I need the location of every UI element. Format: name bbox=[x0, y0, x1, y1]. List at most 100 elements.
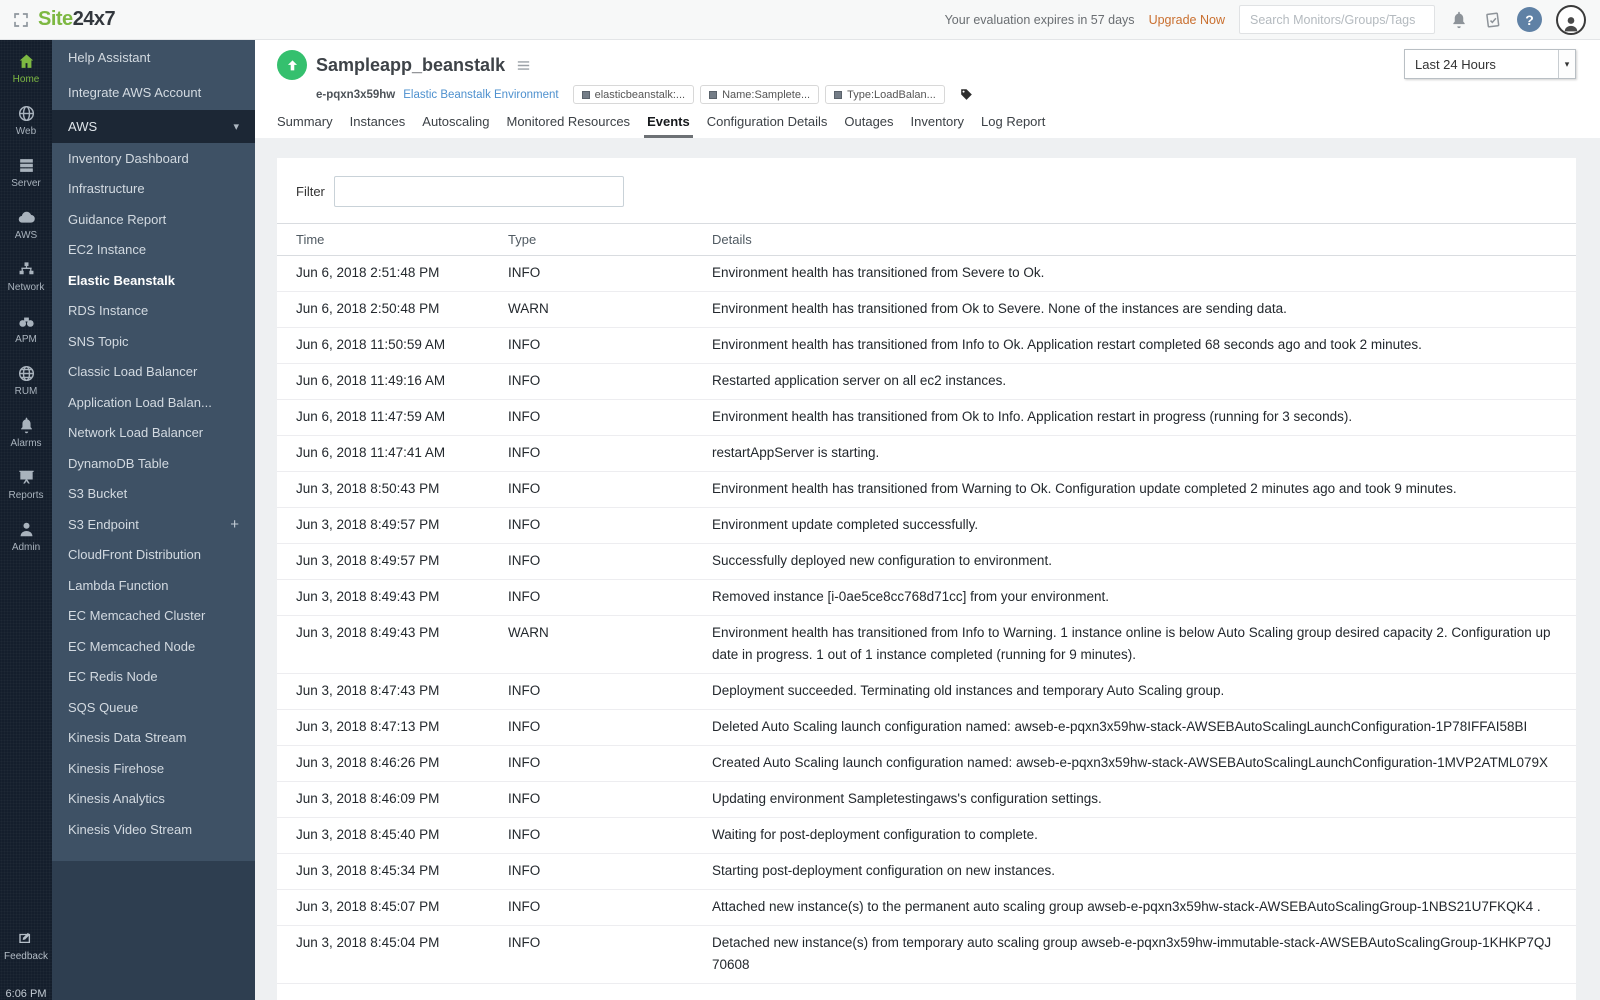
tab-inventory[interactable]: Inventory bbox=[911, 114, 964, 138]
sidebar-item-sqs-queue[interactable]: SQS Queue bbox=[52, 692, 255, 723]
sidebar-item-kinesis-data-stream[interactable]: Kinesis Data Stream bbox=[52, 723, 255, 754]
event-time: Jun 3, 2018 8:45:34 PM bbox=[296, 854, 508, 889]
table-header: Time Type Details bbox=[277, 223, 1576, 256]
tab-events[interactable]: Events bbox=[647, 114, 690, 138]
sidebar-item-help-assistant[interactable]: Help Assistant bbox=[52, 40, 255, 75]
rail-item-label: Network bbox=[8, 282, 45, 293]
help-icon[interactable]: ? bbox=[1517, 7, 1542, 32]
sidebar-item-label: Elastic Beanstalk bbox=[68, 273, 175, 288]
dropdown-arrow-icon: ▾ bbox=[1558, 50, 1575, 78]
sidebar-item-label: Inventory Dashboard bbox=[68, 151, 189, 166]
column-header-type: Type bbox=[508, 224, 712, 255]
feedback-icon bbox=[17, 930, 35, 948]
sidebar-item-lambda-function[interactable]: Lambda Function bbox=[52, 570, 255, 601]
sidebar-item-kinesis-firehose[interactable]: Kinesis Firehose bbox=[52, 753, 255, 784]
rail-item-rum[interactable]: RUM bbox=[0, 352, 52, 404]
sidebar-item-s3-endpoint[interactable]: S3 Endpoint+ bbox=[52, 509, 255, 540]
sidebar-section-aws[interactable]: AWS ▾ bbox=[52, 110, 255, 143]
filter-input[interactable] bbox=[334, 176, 624, 207]
tab-outages[interactable]: Outages bbox=[844, 114, 893, 138]
plus-icon[interactable]: + bbox=[230, 516, 239, 533]
time-range-select[interactable]: Last 24 Hours ▾ bbox=[1404, 49, 1576, 79]
expand-icon[interactable] bbox=[12, 11, 30, 29]
sidebar-item-guidance-report[interactable]: Guidance Report bbox=[52, 204, 255, 235]
menu-icon[interactable] bbox=[515, 57, 532, 74]
rail-item-label: Home bbox=[13, 74, 40, 85]
sidebar-item-sns-topic[interactable]: SNS Topic bbox=[52, 326, 255, 357]
rail-item-label: Server bbox=[11, 178, 40, 189]
upgrade-now-link[interactable]: Upgrade Now bbox=[1149, 13, 1225, 27]
feedback-button[interactable]: Feedback bbox=[4, 930, 48, 962]
event-details: Removed instance [i-0ae5ce8cc768d71cc] f… bbox=[712, 580, 1558, 615]
sidebar-item-kinesis-video-stream[interactable]: Kinesis Video Stream bbox=[52, 814, 255, 845]
sidebar-item-cloudfront-distribution[interactable]: CloudFront Distribution bbox=[52, 540, 255, 571]
sidebar-item-ec2-instance[interactable]: EC2 Instance bbox=[52, 235, 255, 266]
avatar[interactable] bbox=[1556, 5, 1586, 35]
event-details: Restarted application server on all ec2 … bbox=[712, 364, 1558, 399]
event-time: Jun 6, 2018 11:50:59 AM bbox=[296, 328, 508, 363]
tab-log-report[interactable]: Log Report bbox=[981, 114, 1045, 138]
monitor-type-link[interactable]: Elastic Beanstalk Environment bbox=[403, 89, 558, 101]
chevron-down-icon: ▾ bbox=[233, 120, 239, 133]
title-row: Sampleapp_beanstalk Last 24 Hours ▾ bbox=[277, 40, 1600, 80]
tab-instances[interactable]: Instances bbox=[350, 114, 406, 138]
rail-item-server[interactable]: Server bbox=[0, 144, 52, 196]
bell-icon[interactable] bbox=[1449, 10, 1469, 30]
rail-item-aws[interactable]: AWS bbox=[0, 196, 52, 248]
sidebar-item-label: DynamoDB Table bbox=[68, 456, 169, 471]
event-time: Jun 3, 2018 8:45:07 PM bbox=[296, 890, 508, 925]
table-row: Jun 3, 2018 8:47:43 PMINFODeployment suc… bbox=[277, 674, 1576, 710]
event-type: INFO bbox=[508, 890, 712, 925]
tab-monitored-resources[interactable]: Monitored Resources bbox=[507, 114, 631, 138]
server-icon bbox=[17, 156, 36, 175]
tag-chip[interactable]: Type:LoadBalan... bbox=[825, 85, 945, 104]
alarms-icon bbox=[17, 416, 36, 435]
tag-chips: elasticbeanstalk:... Name:Samplete... Type… bbox=[573, 85, 945, 104]
tab-summary[interactable]: Summary bbox=[277, 114, 333, 138]
sidebar-item-infrastructure[interactable]: Infrastructure bbox=[52, 174, 255, 205]
rail-item-home[interactable]: Home bbox=[0, 40, 52, 92]
sidebar-item-classic-load-balancer[interactable]: Classic Load Balancer bbox=[52, 357, 255, 388]
tab-configuration-details[interactable]: Configuration Details bbox=[707, 114, 828, 138]
event-time: Jun 3, 2018 8:47:43 PM bbox=[296, 674, 508, 709]
sidebar-item-s3-bucket[interactable]: S3 Bucket bbox=[52, 479, 255, 510]
tag-chip[interactable]: elasticbeanstalk:... bbox=[573, 85, 695, 104]
sidebar-item-integrate-aws-account[interactable]: Integrate AWS Account bbox=[52, 75, 255, 110]
event-time: Jun 3, 2018 8:46:26 PM bbox=[296, 746, 508, 781]
rail-item-network[interactable]: Network bbox=[0, 248, 52, 300]
rail-item-apm[interactable]: APM bbox=[0, 300, 52, 352]
sidebar-item-application-load-balan[interactable]: Application Load Balan... bbox=[52, 387, 255, 418]
submenu-fill bbox=[52, 861, 255, 1000]
sidebar-item-inventory-dashboard[interactable]: Inventory Dashboard bbox=[52, 143, 255, 174]
sidebar-item-ec-memcached-node[interactable]: EC Memcached Node bbox=[52, 631, 255, 662]
rail-item-reports[interactable]: Reports bbox=[0, 456, 52, 508]
sidebar-item-label: Kinesis Data Stream bbox=[68, 730, 187, 745]
event-time: Jun 3, 2018 8:49:43 PM bbox=[296, 616, 508, 673]
rail-item-admin[interactable]: Admin bbox=[0, 508, 52, 560]
sidebar-item-label: Lambda Function bbox=[68, 578, 168, 593]
meta-row: e-pqxn3x59hw Elastic Beanstalk Environme… bbox=[316, 85, 1600, 104]
sidebar-item-elastic-beanstalk[interactable]: Elastic Beanstalk bbox=[52, 265, 255, 296]
sidebar-item-label: CloudFront Distribution bbox=[68, 547, 201, 562]
tag-chip[interactable]: Name:Samplete... bbox=[700, 85, 819, 104]
sidebar-item-rds-instance[interactable]: RDS Instance bbox=[52, 296, 255, 327]
evaluation-text: Your evaluation expires in 57 days bbox=[945, 13, 1135, 27]
sidebar-item-label: Kinesis Video Stream bbox=[68, 822, 192, 837]
tag-icon[interactable] bbox=[959, 87, 974, 102]
sidebar-item-ec-redis-node[interactable]: EC Redis Node bbox=[52, 662, 255, 693]
network-icon bbox=[17, 260, 36, 279]
tab-autoscaling[interactable]: Autoscaling bbox=[422, 114, 489, 138]
search-input[interactable] bbox=[1239, 5, 1435, 34]
sidebar-item-kinesis-analytics[interactable]: Kinesis Analytics bbox=[52, 784, 255, 815]
event-time: Jun 3, 2018 8:46:09 PM bbox=[296, 782, 508, 817]
sidebar-item-dynamodb-table[interactable]: DynamoDB Table bbox=[52, 448, 255, 479]
tasks-icon[interactable] bbox=[1483, 10, 1503, 30]
content-area: Filter Time Type Details Jun 6, 2018 2:5… bbox=[255, 138, 1600, 1000]
sidebar-item-label: S3 Bucket bbox=[68, 486, 127, 501]
table-row: Jun 3, 2018 8:45:40 PMINFOWaiting for po… bbox=[277, 818, 1576, 854]
sidebar-item-network-load-balancer[interactable]: Network Load Balancer bbox=[52, 418, 255, 449]
admin-icon bbox=[17, 520, 36, 539]
rail-item-web[interactable]: Web bbox=[0, 92, 52, 144]
rail-item-alarms[interactable]: Alarms bbox=[0, 404, 52, 456]
sidebar-item-ec-memcached-cluster[interactable]: EC Memcached Cluster bbox=[52, 601, 255, 632]
